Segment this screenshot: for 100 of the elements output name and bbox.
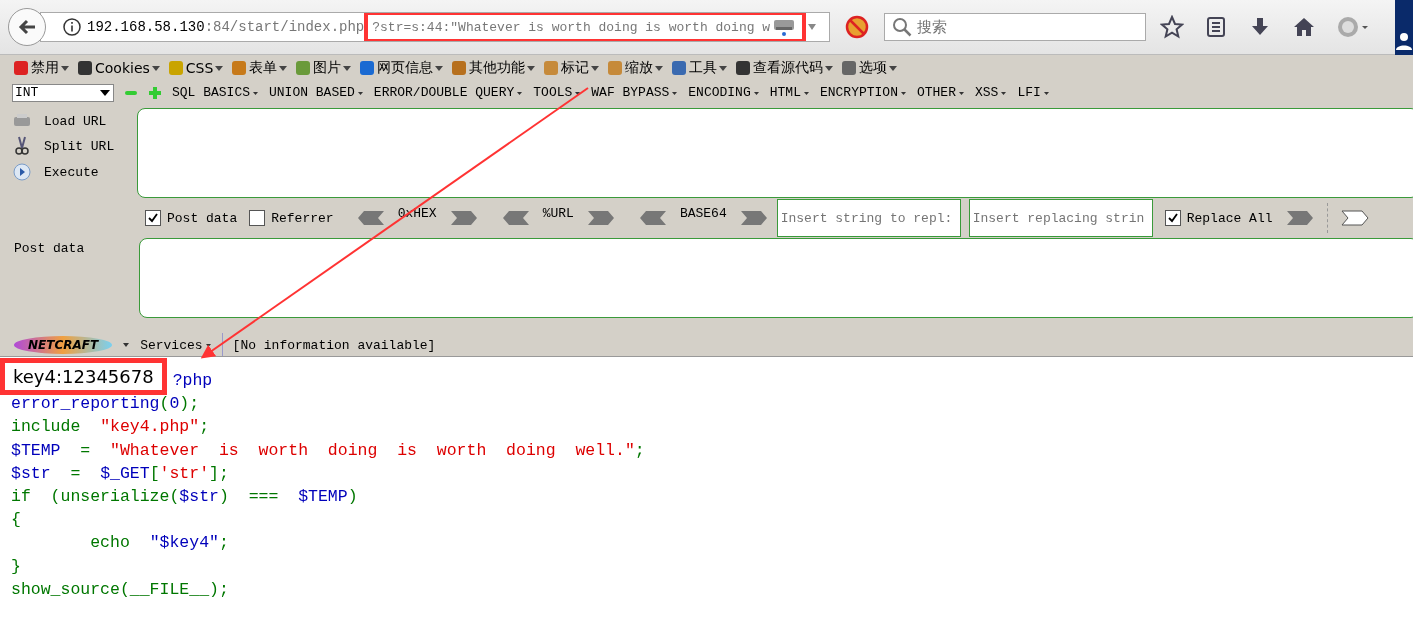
hackbar-menu[interactable]: SQL BASICS: [172, 85, 259, 100]
tool-icon: [606, 58, 625, 77]
left-arrow-icon[interactable]: [637, 210, 668, 226]
hackbar-menu[interactable]: LFI: [1017, 85, 1050, 100]
caret-icon: [1000, 89, 1008, 96]
toolbar-menu[interactable]: 其他功能: [450, 58, 537, 77]
checkbox[interactable]: [249, 210, 266, 226]
replace-from-field[interactable]: Insert string to repl:: [776, 199, 961, 237]
hackbar-menu[interactable]: TOOLS: [533, 85, 582, 100]
tool-icon: [12, 58, 30, 77]
key-output: key4:12345678: [13, 366, 154, 388]
encoder-label: %URL: [542, 206, 574, 221]
code-line: }: [11, 556, 21, 576]
caret-icon: [342, 63, 353, 72]
toolbar-menu[interactable]: 工具: [670, 58, 729, 77]
replace-to-field[interactable]: Insert replacing strin: [968, 199, 1153, 237]
toolbar-menu[interactable]: 选项: [840, 58, 899, 77]
hackbar-menu[interactable]: WAF BYPASS: [591, 85, 679, 100]
caret-icon: [204, 342, 212, 348]
info-icon: [63, 18, 81, 36]
home-icon[interactable]: [1292, 15, 1316, 39]
post-textarea[interactable]: [139, 238, 1413, 318]
tool-icon: [294, 58, 313, 77]
tool-icon: [450, 58, 469, 77]
caret-icon: [899, 89, 907, 96]
caret-icon: [278, 63, 289, 72]
checkbox-option[interactable]: Post data: [145, 210, 238, 226]
services-menu[interactable]: Services: [140, 337, 212, 353]
right-arrow-icon[interactable]: [738, 210, 769, 226]
post-data-label: Post data: [13, 240, 86, 258]
code-line: show_source(__FILE__);: [11, 579, 229, 599]
checkbox[interactable]: [1164, 210, 1181, 226]
hackbar-menu[interactable]: OTHER: [916, 85, 965, 100]
right-arrow-icon[interactable]: [1284, 210, 1315, 226]
toolbar-menu[interactable]: 缩放: [606, 58, 665, 77]
caret-icon: [60, 63, 70, 72]
code-line: error_reporting(0);: [11, 394, 200, 414]
toolbar-menu[interactable]: Cookies: [76, 58, 161, 77]
checkbox[interactable]: [145, 210, 161, 226]
checkbox-option[interactable]: Referrer: [249, 210, 334, 226]
url-textarea[interactable]: [137, 108, 1413, 198]
left-arrow-icon[interactable]: [500, 210, 531, 226]
caret-icon: [958, 89, 965, 96]
caret-icon: [802, 89, 810, 96]
caret-icon: [888, 63, 899, 72]
toolbar-menu[interactable]: 查看源代码: [734, 58, 835, 77]
right-arrow-icon[interactable]: [1339, 210, 1370, 226]
toolbar-menu[interactable]: 图片: [294, 58, 353, 77]
action-button[interactable]: Execute: [12, 162, 137, 182]
hackbar-menu[interactable]: HTML: [769, 85, 810, 100]
site-info: [No information available]: [232, 337, 436, 353]
left-arrow-icon[interactable]: [355, 210, 386, 226]
right-arrow-icon[interactable]: [448, 210, 479, 226]
scissors-icon: [12, 136, 32, 156]
list-icon[interactable]: [1204, 15, 1228, 39]
caret-icon: [752, 89, 760, 96]
toolbar-menu[interactable]: CSS: [166, 58, 225, 77]
caret-icon: [214, 63, 225, 72]
caret-icon: [671, 89, 679, 96]
type-select[interactable]: INT: [12, 83, 114, 102]
hackbar-menu[interactable]: ENCRYPTION: [819, 85, 907, 100]
toolbar-menu[interactable]: 禁用: [12, 58, 70, 77]
caret-icon: [654, 63, 665, 72]
toolbar-menu[interactable]: 网页信息: [358, 58, 445, 77]
back-button[interactable]: [8, 8, 46, 46]
code-line: ?php: [172, 371, 213, 391]
right-arrow-icon[interactable]: [585, 210, 616, 226]
caret-icon: [590, 63, 601, 72]
hackbar-menu[interactable]: UNION BASED: [269, 85, 364, 100]
caret-icon: [150, 63, 161, 72]
tool-icon: [166, 58, 185, 77]
toolbar-menu[interactable]: 表单: [230, 58, 289, 77]
search-icon: [892, 17, 912, 37]
tool-icon: [76, 58, 94, 77]
blocked-icon[interactable]: [844, 14, 870, 40]
star-icon[interactable]: [1160, 15, 1184, 39]
search-field[interactable]: 搜索: [884, 13, 1146, 41]
tool-icon: [542, 58, 561, 77]
hackbar-menu[interactable]: ERROR/DOUBLE QUERY: [373, 85, 524, 100]
caret-icon: [526, 63, 537, 72]
hackbar-menu[interactable]: XSS: [975, 85, 1008, 100]
toolbar-menu[interactable]: 标记: [542, 58, 601, 77]
caret-icon: [824, 63, 835, 72]
code-line: include "key4.php";: [11, 417, 210, 437]
netcraft-logo[interactable]: NETCRAFT: [14, 336, 113, 354]
user-icon: [1395, 31, 1413, 51]
checkbox-option[interactable]: Replace All: [1164, 210, 1273, 226]
address-bar[interactable]: 192.168.58.130:84/start/index.php ?str=s:44:"Whatever is worth doing is worth doing w: [40, 12, 830, 42]
caret-icon: [516, 89, 524, 96]
tool-icon: [670, 58, 689, 77]
hackbar-menu[interactable]: ENCODING: [688, 85, 760, 100]
code-line: echo "$key4";: [89, 533, 229, 553]
code-line: if (unserialize($str) === $TEMP): [11, 487, 358, 507]
tool-icon: [840, 58, 859, 77]
action-button[interactable]: Load URL: [12, 112, 137, 130]
caret-icon[interactable]: [122, 342, 131, 348]
globe-icon[interactable]: [1336, 15, 1370, 39]
action-button[interactable]: Split URL: [12, 136, 137, 156]
dropdown-caret-icon[interactable]: [806, 22, 819, 32]
tool-icon: [734, 58, 753, 77]
